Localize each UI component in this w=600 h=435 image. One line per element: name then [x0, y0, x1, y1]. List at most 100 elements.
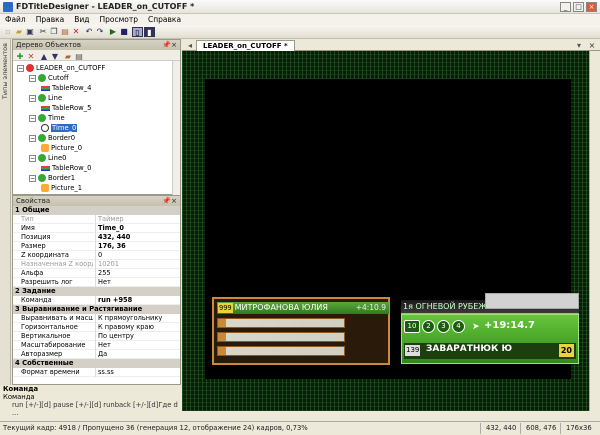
close-button[interactable]: × — [586, 2, 597, 12]
property-row[interactable]: Z координата 0 — [13, 251, 180, 260]
property-category[interactable]: 1 Общие — [13, 206, 180, 215]
tree-node-label: LEADER_on_CUTOFF — [36, 64, 106, 72]
property-category[interactable]: 3 Выравнивание и Растягивание — [13, 305, 180, 314]
tab-document[interactable]: LEADER_on_CUTOFF * — [196, 40, 295, 51]
element-types-tab[interactable]: Типы элементов — [0, 39, 11, 411]
table-row-strip[interactable] — [217, 318, 345, 328]
property-category[interactable]: 4 Собственные — [13, 359, 180, 368]
command-help-subtitle: Команда — [3, 393, 35, 401]
property-row[interactable]: Выравнивать и масшт К прямоугольнику — [13, 314, 180, 323]
tab-list-icon[interactable]: ▾ — [574, 41, 584, 51]
title-placeholder — [485, 293, 579, 309]
property-row[interactable]: Вертикальное По центру — [13, 332, 180, 341]
leader-strip[interactable]: 999 МИТРОФАНОВА ЮЛИЯ +4:10.9 — [217, 302, 389, 314]
app-icon — [3, 2, 13, 12]
athlete-row[interactable]: 139 ЗАВАРАТНЮК Ю 20 — [404, 343, 576, 359]
table-row-strip[interactable] — [217, 346, 345, 356]
status-frame-info: Текущий кадр: 4918 / Пропущено 36 (генер… — [3, 424, 308, 432]
close-tab-icon[interactable]: × — [587, 41, 597, 51]
tree-node[interactable]: Picture_1 — [41, 183, 82, 194]
property-value[interactable]: По центру — [95, 332, 173, 341]
full-screen-icon[interactable]: ▮ — [144, 27, 155, 37]
save-icon[interactable]: ▣ — [25, 27, 35, 37]
property-value[interactable]: Таймер — [95, 215, 173, 224]
leader-graphic[interactable]: 999 МИТРОФАНОВА ЮЛИЯ +4:10.9 — [212, 297, 390, 365]
view-mode-icon[interactable]: ▯ — [132, 27, 143, 37]
property-row[interactable]: Позиция 432, 440 — [13, 233, 180, 242]
open-folder-icon[interactable]: ▰ — [14, 27, 24, 37]
collapse-toggle-icon[interactable]: − — [29, 154, 36, 162]
command-help-title: Команда — [3, 385, 39, 393]
table-row-strip[interactable] — [217, 332, 345, 342]
collapse-toggle-icon[interactable]: − — [29, 174, 36, 182]
property-row[interactable]: Альфа 255 — [13, 269, 180, 278]
menu-bar: Файл Правка Вид Просмотр Справка — [0, 14, 600, 25]
property-value[interactable]: 432, 440 — [95, 233, 173, 242]
copy-icon[interactable]: ❐ — [49, 27, 59, 37]
property-row[interactable]: Команда run +958 — [13, 296, 180, 305]
property-row[interactable]: Масштабирование Нет — [13, 341, 180, 350]
property-name: Выравнивать и масшт — [21, 314, 93, 322]
property-name: Горизонтальное — [21, 323, 78, 331]
group-icon — [38, 74, 46, 82]
collapse-toggle-icon[interactable]: − — [29, 74, 36, 82]
tab-scroll-left-icon[interactable]: ◂ — [185, 41, 195, 51]
property-row[interactable]: Назначенная Z коорд 10201 — [13, 260, 180, 269]
property-value[interactable]: 0 — [95, 251, 173, 260]
property-row[interactable]: Формат времени ss.ss — [13, 368, 180, 377]
delete-icon[interactable]: ✕ — [71, 27, 81, 37]
menu-edit[interactable]: Правка — [31, 14, 70, 25]
stop-icon[interactable]: ■ — [119, 27, 129, 37]
tree-scrollbar[interactable] — [172, 61, 180, 195]
firing-line-header[interactable]: 1я ОГНЕВОЙ РУБЕЖ — [401, 293, 579, 314]
menu-help[interactable]: Справка — [143, 14, 186, 25]
property-row[interactable]: Горизонтальное К правому краю — [13, 323, 180, 332]
new-file-icon[interactable]: ▫ — [3, 27, 13, 37]
play-icon[interactable]: ▶ — [108, 27, 118, 37]
paste-icon[interactable]: ▤ — [60, 27, 70, 37]
window-title: FDTitleDesigner - LEADER_on_CUTOFF * — [16, 2, 195, 11]
property-value[interactable]: К правому краю — [95, 323, 173, 332]
collapse-toggle-icon[interactable]: − — [29, 134, 36, 142]
table-row-icon — [41, 105, 50, 111]
property-name: Команда — [21, 296, 52, 304]
properties-panel: Свойства 📌× 1 Общие Тип Таймер Имя Time_0 Поз… — [12, 195, 181, 385]
property-value[interactable]: 176, 36 — [95, 242, 173, 251]
collapse-toggle-icon[interactable]: − — [29, 114, 36, 122]
cutoff-time: +19:14.7 — [484, 320, 535, 331]
property-value[interactable]: ss.ss — [95, 368, 173, 377]
property-row[interactable]: Авторазмер Да — [13, 350, 180, 359]
cutoff-panel[interactable]: 10 2 3 4 ➤ +19:14.7 139 ЗАВАРАТНЮК Ю 20 — [401, 314, 579, 364]
menu-file[interactable]: Файл — [0, 14, 31, 25]
property-value[interactable]: 255 — [95, 269, 173, 278]
menu-view[interactable]: Вид — [69, 14, 94, 25]
property-value[interactable]: Нет — [95, 278, 173, 287]
collapse-toggle-icon[interactable]: − — [29, 94, 36, 102]
property-row[interactable]: Размер 176, 36 — [13, 242, 180, 251]
cutoff-graphic[interactable]: 1я ОГНЕВОЙ РУБЕЖ 10 2 3 4 ➤ +19:14.7 139… — [401, 293, 579, 364]
cut-icon[interactable]: ✂ — [38, 27, 48, 37]
undo-icon[interactable]: ↶ — [84, 27, 94, 37]
pin-icon[interactable]: 📌× — [162, 196, 177, 206]
property-value[interactable]: run +958 — [95, 296, 173, 305]
property-value[interactable]: Time_0 — [95, 224, 173, 233]
tree-node-label: Border1 — [48, 174, 76, 182]
design-canvas[interactable]: 999 МИТРОФАНОВА ЮЛИЯ +4:10.9 1я ОГНЕВОЙ Р… — [182, 51, 600, 411]
property-value[interactable]: Нет — [95, 341, 173, 350]
redo-icon[interactable]: ↷ — [95, 27, 105, 37]
pin-icon[interactable]: 📌× — [162, 40, 177, 50]
property-category[interactable]: 2 Задание — [13, 287, 180, 296]
canvas-scrollbar[interactable] — [589, 51, 600, 411]
property-value[interactable]: К прямоугольнику — [95, 314, 173, 323]
collapse-toggle-icon[interactable]: − — [17, 64, 24, 72]
maximize-button[interactable]: □ — [573, 2, 584, 12]
minimize-button[interactable]: _ — [560, 2, 571, 12]
athlete-name: ЗАВАРАТНЮК Ю — [426, 344, 513, 354]
property-value[interactable]: Да — [95, 350, 173, 359]
property-row[interactable]: Тип Таймер — [13, 215, 180, 224]
property-row[interactable]: Разрешить лог Нет — [13, 278, 180, 287]
leader-bib: 999 — [218, 303, 233, 313]
property-row[interactable]: Имя Time_0 — [13, 224, 180, 233]
menu-preview[interactable]: Просмотр — [95, 14, 144, 25]
property-value[interactable]: 10201 — [95, 260, 173, 269]
